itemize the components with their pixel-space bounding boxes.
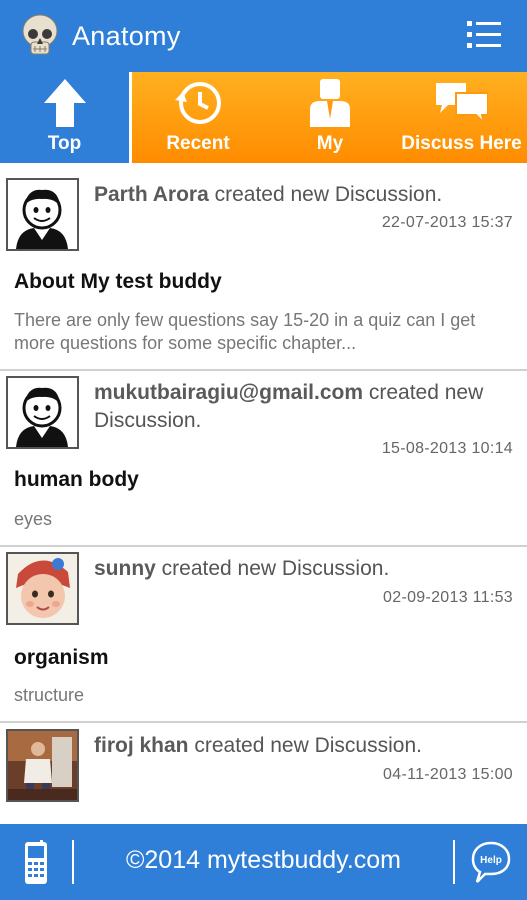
app-footer: ©2014 mytestbuddy.com Help bbox=[0, 824, 527, 900]
discussion-item[interactable]: mukutbairagiu@gmail.com created new Disc… bbox=[0, 371, 527, 547]
timestamp: 15-08-2013 10:14 bbox=[381, 440, 513, 457]
discussion-title: human body bbox=[14, 468, 139, 491]
username[interactable]: firoj khan bbox=[94, 734, 189, 757]
discussion-headline: mukutbairagiu@gmail.com created new Disc… bbox=[94, 381, 484, 432]
app-header: Anatomy bbox=[0, 0, 527, 72]
discussion-item[interactable]: Parth Arora created new Discussion. 22-0… bbox=[0, 163, 527, 371]
copyright-text[interactable]: ©2014 mytestbuddy.com bbox=[74, 846, 453, 875]
discussion-description: eyes bbox=[14, 509, 53, 529]
history-clock-icon bbox=[175, 82, 221, 124]
mobile-phone-icon[interactable] bbox=[22, 840, 50, 886]
list-menu-icon[interactable] bbox=[467, 20, 501, 50]
help-button[interactable]: Help bbox=[471, 840, 511, 884]
default-user-avatar-icon bbox=[16, 387, 68, 447]
avatar bbox=[6, 729, 79, 802]
skull-icon bbox=[22, 14, 58, 55]
timestamp: 02-09-2013 11:53 bbox=[383, 589, 513, 606]
discussion-description: structure bbox=[14, 685, 85, 705]
tab-bar: Top Recent My Discuss Here bbox=[0, 72, 527, 163]
discussion-headline: firoj khan created new Discussion. bbox=[94, 734, 422, 757]
discussion-feed: Parth Arora created new Discussion. 22-0… bbox=[0, 163, 527, 824]
footer-divider bbox=[453, 840, 455, 884]
discussion-title: About My test buddy bbox=[14, 270, 222, 293]
discussion-headline: sunny created new Discussion. bbox=[94, 557, 390, 580]
timestamp: 22-07-2013 15:37 bbox=[381, 214, 513, 231]
chat-bubbles-icon bbox=[435, 83, 488, 125]
tab-recent[interactable]: Recent bbox=[132, 72, 264, 163]
username[interactable]: sunny bbox=[94, 557, 156, 580]
tab-my[interactable]: My bbox=[264, 72, 396, 163]
arrow-up-icon bbox=[43, 79, 86, 127]
discussion-title: organism bbox=[14, 646, 109, 669]
default-user-avatar-icon bbox=[16, 189, 68, 249]
avatar bbox=[6, 178, 79, 251]
tab-recent-label: Recent bbox=[166, 133, 230, 154]
avatar bbox=[6, 376, 79, 449]
tab-discuss-here-label: Discuss Here bbox=[401, 133, 522, 154]
baby-photo-avatar bbox=[8, 554, 77, 623]
discussion-description: There are only few questions say 15-20 i… bbox=[14, 310, 476, 353]
app-title: Anatomy bbox=[72, 20, 181, 51]
discussion-item[interactable]: firoj khan created new Discussion. 04-11… bbox=[0, 723, 527, 824]
help-label: Help bbox=[480, 855, 502, 866]
username[interactable]: Parth Arora bbox=[94, 183, 209, 206]
username[interactable]: mukutbairagiu@gmail.com bbox=[94, 381, 363, 404]
tab-top[interactable]: Top bbox=[0, 72, 132, 163]
man-photo-avatar bbox=[8, 731, 77, 800]
discussion-headline: Parth Arora created new Discussion. bbox=[94, 183, 443, 206]
help-speech-bubble-icon: Help bbox=[471, 841, 511, 883]
tab-top-label: Top bbox=[47, 133, 82, 154]
discussion-item[interactable]: sunny created new Discussion. 02-09-2013… bbox=[0, 547, 527, 723]
timestamp: 04-11-2013 15:00 bbox=[383, 766, 513, 783]
avatar bbox=[6, 552, 79, 625]
tab-my-label: My bbox=[316, 133, 344, 154]
tab-discuss-here[interactable]: Discuss Here bbox=[396, 72, 527, 163]
user-icon bbox=[310, 79, 350, 127]
